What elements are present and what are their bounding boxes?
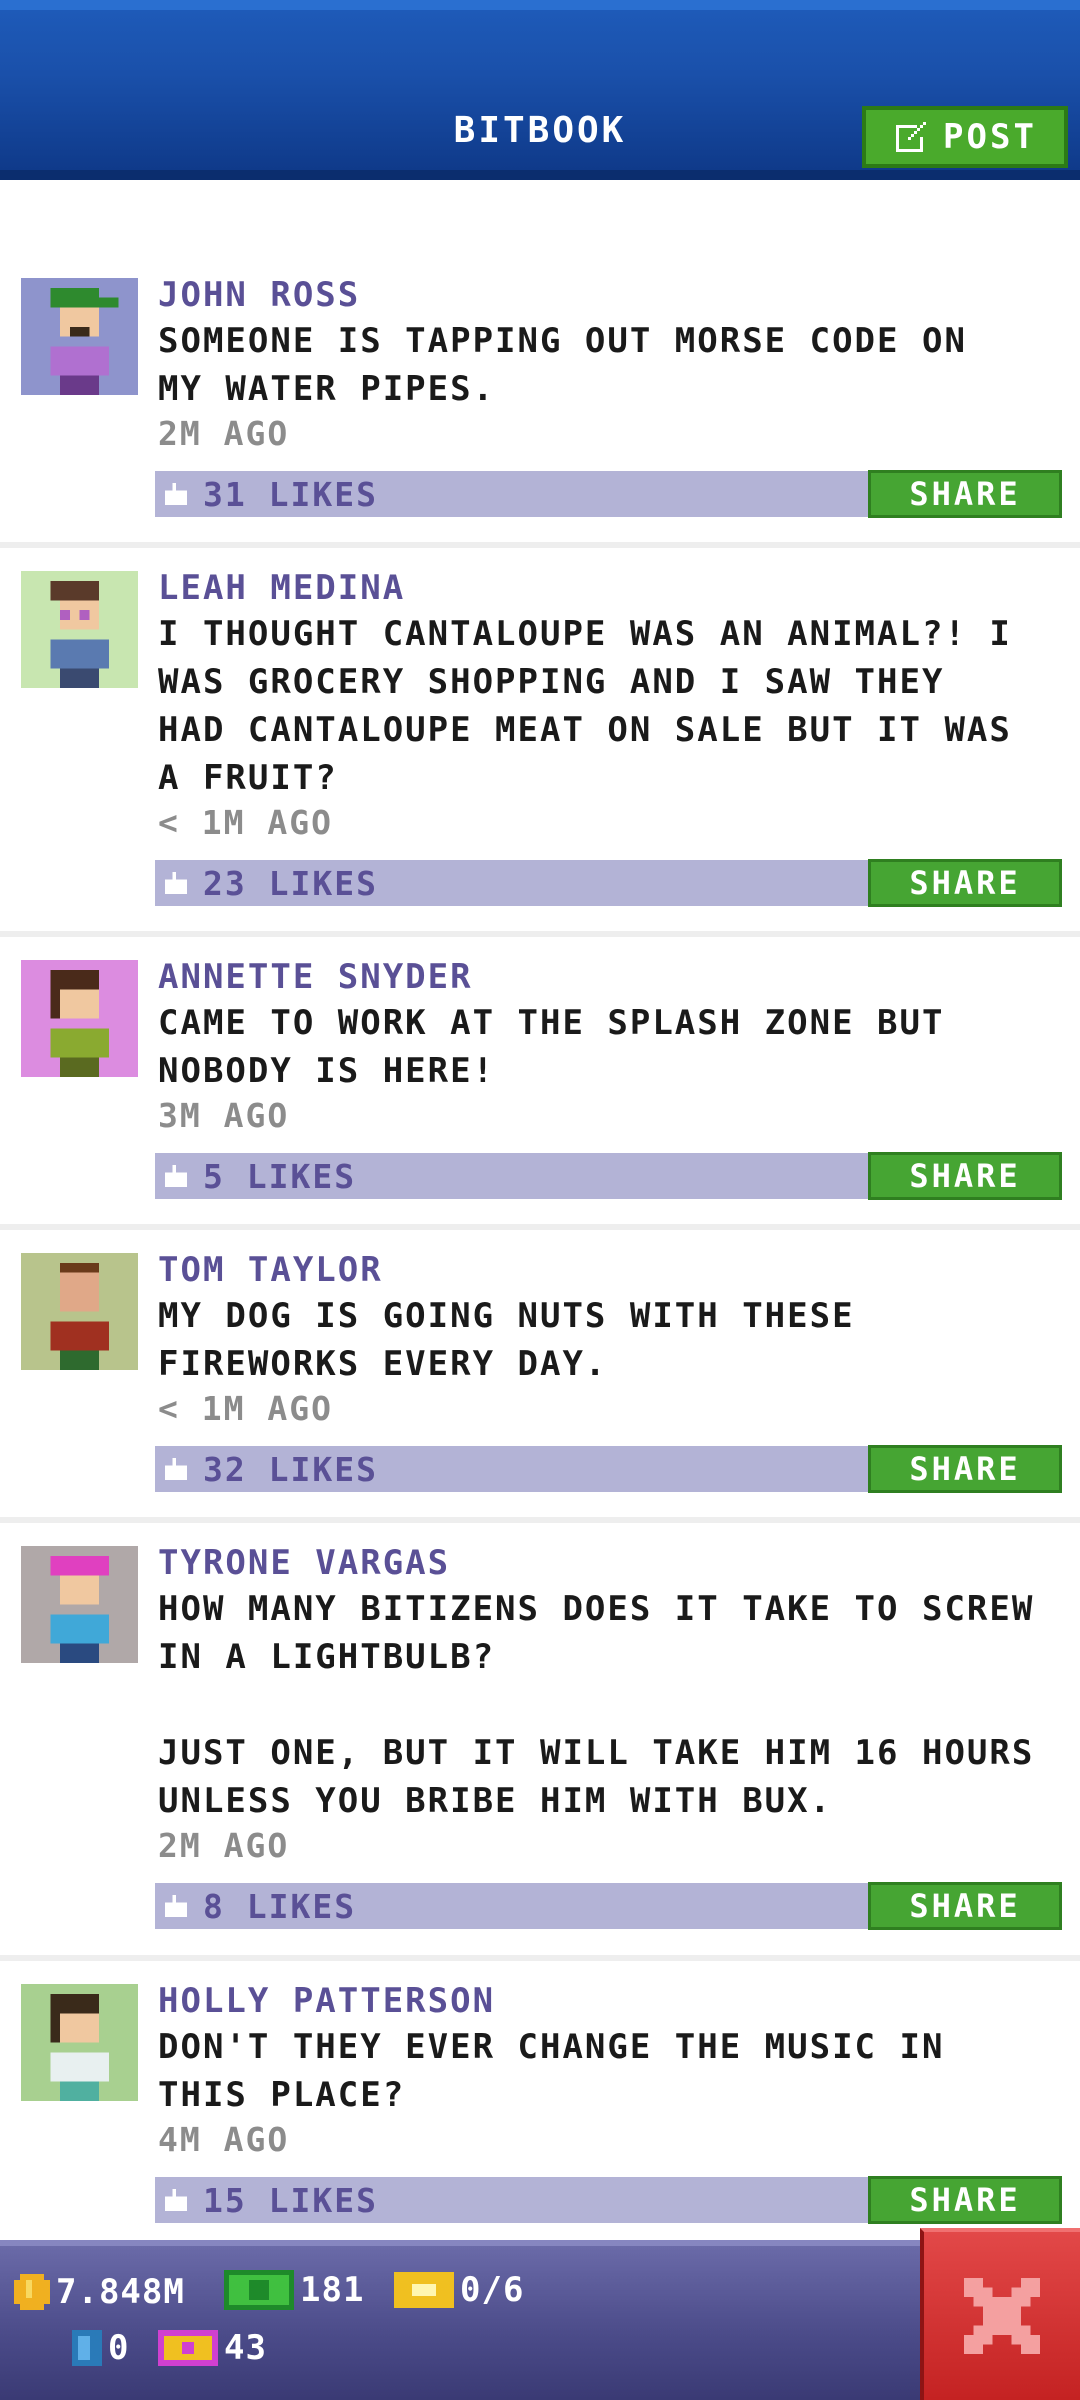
tickets-value: 0/6	[460, 2270, 525, 2310]
vip-stat: 43	[158, 2328, 267, 2368]
avatar-tom-taylor	[21, 1253, 138, 1370]
post-text: SOMEONE IS TAPPING OUT MORSE CODE ON MY …	[158, 321, 967, 409]
thumbs-up-icon	[165, 483, 187, 505]
post-button[interactable]: POST	[862, 106, 1068, 168]
bux-icon	[224, 2270, 294, 2310]
like-bar[interactable]: 15 LIKES SHARE	[155, 2176, 1062, 2224]
status-bar: 7.848M 181 0/6 0 43	[0, 2240, 1080, 2400]
thumbs-up-icon	[165, 1895, 187, 1917]
like-count: 23 LIKES	[203, 864, 378, 903]
share-button[interactable]: SHARE	[868, 1445, 1062, 1493]
avatar	[21, 1253, 138, 1370]
post-divider	[0, 1224, 1080, 1230]
bux-stat: 181	[224, 2270, 364, 2310]
post-time: 3M AGO	[158, 1096, 290, 1135]
vip-value: 43	[224, 2328, 267, 2368]
thumbs-up-icon	[165, 1165, 187, 1187]
close-icon	[964, 2278, 1040, 2354]
post-time: 4M AGO	[158, 2120, 290, 2159]
like-bar[interactable]: 32 LIKES SHARE	[155, 1445, 1062, 1493]
post-text: HOW MANY BITIZENS DOES IT TAKE TO SCREW …	[158, 1589, 1035, 1821]
like-bar[interactable]: 8 LIKES SHARE	[155, 1882, 1062, 1930]
like-count: 15 LIKES	[203, 2181, 378, 2220]
vip-ticket-icon	[158, 2330, 218, 2366]
avatar	[21, 278, 138, 395]
coin-icon	[14, 2274, 50, 2310]
avatar-john-ross	[21, 278, 138, 395]
post-divider	[0, 542, 1080, 548]
keys-value: 0	[108, 2328, 130, 2368]
post-author[interactable]: LEAH MEDINA	[158, 568, 405, 608]
avatar	[21, 571, 138, 688]
share-button[interactable]: SHARE	[868, 859, 1062, 907]
avatar-leah-medina	[21, 571, 138, 688]
avatar-tyrone-vargas	[21, 1546, 138, 1663]
post-time: < 1M AGO	[158, 803, 333, 842]
tickets-stat: 0/6	[394, 2270, 524, 2310]
avatar	[21, 960, 138, 1077]
post-time: 2M AGO	[158, 414, 290, 453]
share-button[interactable]: SHARE	[868, 1152, 1062, 1200]
avatar-annette-snyder	[21, 960, 138, 1077]
post-author[interactable]: TOM TAYLOR	[158, 1250, 383, 1290]
share-button[interactable]: SHARE	[868, 2176, 1062, 2224]
coins-value: 7.848M	[56, 2272, 185, 2312]
post-text: DON'T THEY EVER CHANGE THE MUSIC IN THIS…	[158, 2027, 945, 2115]
header-shadow	[0, 170, 1080, 180]
post-author[interactable]: HOLLY PATTERSON	[158, 1981, 495, 2021]
thumbs-up-icon	[165, 1458, 187, 1480]
avatar	[21, 1546, 138, 1663]
compose-icon	[896, 122, 927, 152]
like-count: 5 LIKES	[203, 1157, 357, 1196]
close-button[interactable]	[920, 2228, 1080, 2400]
like-bar[interactable]: 5 LIKES SHARE	[155, 1152, 1062, 1200]
share-button[interactable]: SHARE	[868, 470, 1062, 518]
post-time: < 1M AGO	[158, 1389, 333, 1428]
coins-stat: 7.848M	[14, 2272, 185, 2312]
avatar-holly-patterson	[21, 1984, 138, 2101]
post-divider	[0, 1955, 1080, 1961]
bux-value: 181	[300, 2270, 365, 2310]
post-text: I THOUGHT CANTALOUPE WAS AN ANIMAL?! I W…	[158, 614, 1012, 798]
post-author[interactable]: ANNETTE SNYDER	[158, 957, 473, 997]
post-button-label: POST	[943, 117, 1037, 157]
post-author[interactable]: JOHN ROSS	[158, 275, 360, 315]
post-time: 2M AGO	[158, 1826, 290, 1865]
avatar	[21, 1984, 138, 2101]
post-divider	[0, 1517, 1080, 1523]
thumbs-up-icon	[165, 2189, 187, 2211]
post-divider	[0, 931, 1080, 937]
post-author[interactable]: TYRONE VARGAS	[158, 1543, 450, 1583]
app-header: BITBOOK POST	[0, 0, 1080, 180]
like-count: 31 LIKES	[203, 475, 378, 514]
like-bar[interactable]: 23 LIKES SHARE	[155, 859, 1062, 907]
post-text: CAME TO WORK AT THE SPLASH ZONE BUT NOBO…	[158, 1003, 945, 1091]
like-count: 32 LIKES	[203, 1450, 378, 1489]
like-bar[interactable]: 31 LIKES SHARE	[155, 470, 1062, 518]
post-text: MY DOG IS GOING NUTS WITH THESE FIREWORK…	[158, 1296, 855, 1384]
keys-stat: 0	[72, 2328, 129, 2368]
share-button[interactable]: SHARE	[868, 1882, 1062, 1930]
ticket-icon	[394, 2272, 454, 2308]
key-icon	[72, 2330, 102, 2366]
like-count: 8 LIKES	[203, 1887, 357, 1926]
thumbs-up-icon	[165, 872, 187, 894]
